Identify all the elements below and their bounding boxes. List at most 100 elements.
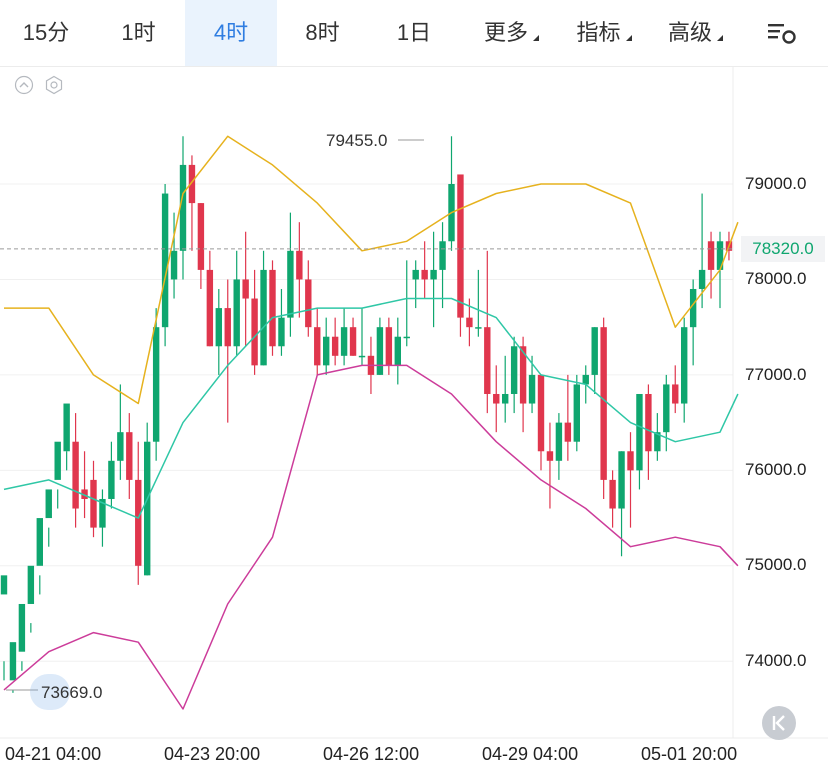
candlestick-chart[interactable] <box>0 66 828 776</box>
candle-body <box>260 269 267 366</box>
candle-body <box>54 441 61 480</box>
y-tick-label: 78000.0 <box>745 269 807 288</box>
tab-label: 更多 <box>484 20 539 45</box>
candle-body <box>170 250 178 280</box>
current-price-label: 78320.0 <box>741 236 825 262</box>
x-tick-label: 04-26 12:00 <box>323 744 420 764</box>
candle-body <box>278 317 285 347</box>
chevron-left-double-icon <box>772 715 785 731</box>
candle-body <box>9 642 17 681</box>
tab-6[interactable]: 指标 <box>552 0 645 66</box>
dropdown-caret-icon <box>625 35 632 41</box>
x-tick-label: 04-21 04:00 <box>5 744 102 764</box>
tab-4[interactable]: 1日 <box>368 0 460 66</box>
tab-2[interactable]: 4时 <box>185 0 277 66</box>
candle-body <box>591 327 598 375</box>
high-price-label: 79455.0 <box>326 131 388 150</box>
tab-label: 15分 <box>22 20 70 45</box>
candle-body <box>161 193 169 328</box>
candle-body <box>287 250 294 318</box>
candle-body <box>233 279 240 347</box>
candle-body <box>224 308 231 347</box>
candle-body <box>323 336 330 366</box>
candle-body <box>439 241 446 270</box>
candle-body <box>305 279 312 328</box>
tab-1[interactable]: 1时 <box>92 0 185 66</box>
candle-body <box>126 432 133 480</box>
dropdown-caret-icon <box>533 35 539 41</box>
candle-body <box>385 327 393 366</box>
boll-lower-line <box>3 364 739 710</box>
y-tick-label: 74000.0 <box>745 651 807 670</box>
tab-3[interactable]: 8时 <box>277 0 368 66</box>
candle-body <box>600 327 607 480</box>
candle-body <box>502 393 509 404</box>
candle-body <box>484 327 491 394</box>
candle-body <box>117 432 124 461</box>
candle-body <box>555 422 563 461</box>
candle-body <box>609 479 616 509</box>
candle-body <box>537 374 545 452</box>
candle-body <box>510 346 518 394</box>
candle-body <box>72 441 79 509</box>
timeframe-tab-bar: 15分 1时 4时 8时 1日 更多 指标 高级 <box>0 0 828 67</box>
tab-label: 高级 <box>668 20 723 45</box>
candle-body <box>0 575 8 595</box>
candle-body <box>215 308 222 347</box>
candle-body <box>627 451 634 471</box>
candle-body <box>90 479 97 528</box>
tab-7[interactable]: 高级 <box>645 0 735 66</box>
settings-icon <box>768 24 796 44</box>
candle-body <box>645 393 652 452</box>
candle-body <box>681 327 688 404</box>
candle-body <box>663 384 670 433</box>
candle-body <box>698 269 706 289</box>
candle-body <box>179 164 187 251</box>
y-tick-label: 76000.0 <box>745 460 807 479</box>
candle-body <box>206 269 214 347</box>
candle-body <box>618 451 625 509</box>
candle-body <box>108 460 115 499</box>
candle-body <box>564 422 572 442</box>
tab-5[interactable]: 更多 <box>460 0 552 66</box>
candle-body <box>493 393 500 404</box>
candle-body <box>314 327 321 366</box>
candle-body <box>475 327 482 329</box>
x-tick-label: 04-29 04:00 <box>482 744 579 764</box>
candle-body <box>269 269 276 347</box>
candle-body <box>672 384 679 404</box>
dropdown-caret-icon <box>717 35 723 41</box>
tab-label: 指标 <box>576 20 632 45</box>
candle-body <box>707 241 715 270</box>
y-tick-label: 75000.0 <box>745 555 807 574</box>
candle-body <box>18 603 26 652</box>
tab-label: 8时 <box>305 20 340 45</box>
candle-body <box>340 327 348 356</box>
candle-body <box>331 336 339 356</box>
candle-body <box>251 298 258 366</box>
candle-body <box>466 317 473 328</box>
tab-label: 4时 <box>213 20 249 45</box>
candle-body <box>358 355 366 358</box>
y-tick-label: 79000.0 <box>745 174 807 193</box>
candle-body <box>349 327 357 356</box>
x-tick-label: 04-23 20:00 <box>164 744 261 764</box>
candle-body <box>430 269 437 280</box>
tab-label: 1日 <box>396 20 432 45</box>
candle-body <box>376 327 384 375</box>
candle-body <box>457 174 464 318</box>
y-tick-label: 77000.0 <box>745 365 807 384</box>
candle-body <box>242 279 249 299</box>
tab-0[interactable]: 15分 <box>0 0 92 66</box>
candle-body <box>421 269 428 280</box>
candle-body <box>27 565 35 604</box>
x-tick-label: 05-01 20:00 <box>641 744 738 764</box>
candle-body <box>152 327 160 442</box>
candle-body <box>144 441 151 576</box>
candle-body <box>636 393 643 471</box>
reset-chart-button[interactable] <box>762 706 796 740</box>
candle-body <box>63 403 70 452</box>
candle-body <box>135 479 142 566</box>
tab-label: 1时 <box>121 20 156 45</box>
chart-settings-button[interactable] <box>760 14 804 52</box>
